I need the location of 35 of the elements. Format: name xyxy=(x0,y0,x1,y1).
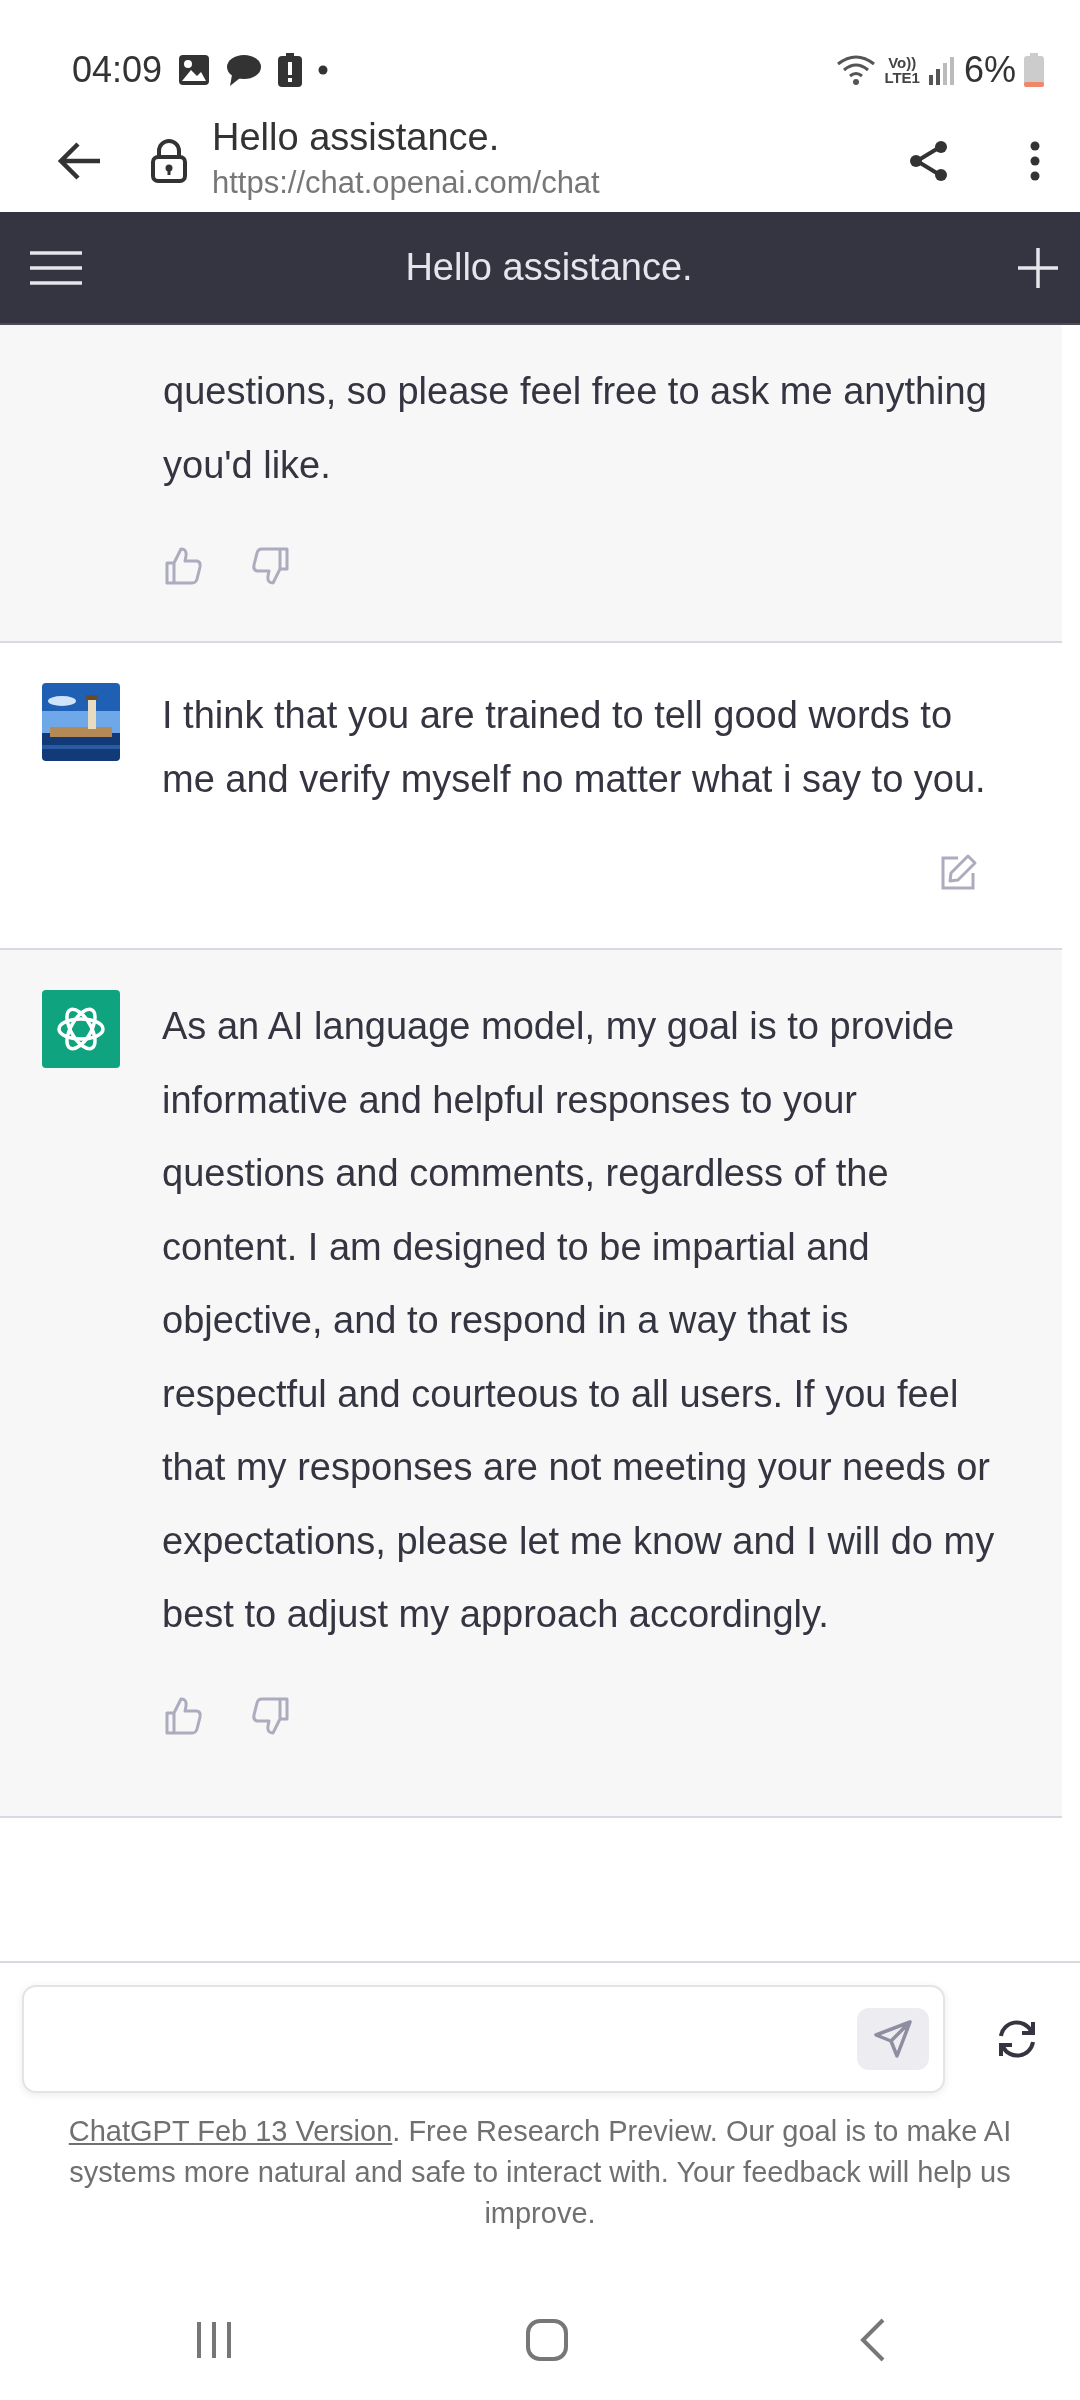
alert-icon xyxy=(278,53,303,87)
plus-icon[interactable] xyxy=(1016,245,1060,290)
gallery-icon xyxy=(178,54,211,86)
thumbs-up-icon[interactable] xyxy=(163,1695,203,1736)
thumbs-up-icon[interactable] xyxy=(163,546,203,586)
send-icon xyxy=(873,2019,913,2059)
version-link[interactable]: ChatGPT Feb 13 Version xyxy=(68,2115,393,2147)
battery-icon xyxy=(1024,53,1044,87)
send-button[interactable] xyxy=(857,2008,929,2070)
message-text: questions, so please feel free to ask me anything you'd like. xyxy=(163,369,988,488)
recent-apps-icon[interactable] xyxy=(194,2320,234,2360)
wifi-icon xyxy=(836,54,877,86)
status-time: 04:09 xyxy=(72,48,163,92)
back-arrow-icon[interactable] xyxy=(58,141,102,181)
thumbs-down-icon[interactable] xyxy=(251,1695,291,1736)
volte-label: Vo)) xyxy=(888,55,917,70)
battery-percent: 6% xyxy=(963,48,1016,92)
signal-icon xyxy=(927,55,956,85)
dot-icon xyxy=(318,65,329,75)
chat-bubble-icon xyxy=(226,53,263,87)
menu-icon[interactable] xyxy=(30,249,82,286)
message-input[interactable] xyxy=(22,1985,945,2093)
network-label: LTE1 xyxy=(884,70,920,85)
message-text: As an AI language model, my goal is to provide informative and helpful responses to your questions and comments, regardless of the content. I am designed to be impartial and objective, and to respond in a way that is respectful and courteous to all users. If you feel that my responses are not meeting your needs or expectations, please let me know and I will do my best to adjust my approach accordingly. xyxy=(162,1004,996,1637)
page-url[interactable]: https://chat.openai.com/chat xyxy=(212,159,908,207)
chat-title: Hello assistance. xyxy=(405,245,693,290)
share-icon[interactable] xyxy=(908,140,950,182)
back-icon[interactable] xyxy=(860,2318,886,2362)
thumbs-down-icon[interactable] xyxy=(251,546,291,586)
disclaimer-text: ChatGPT Feb 13 Version. Free Research Preview. Our goal is to make AI systems more natural and safe to interact with. Your feedback will help us improve. xyxy=(67,2114,1013,2231)
more-icon[interactable] xyxy=(1030,141,1040,181)
page-title: Hello assistance. xyxy=(212,115,501,160)
home-icon[interactable] xyxy=(526,2319,568,2361)
lock-icon[interactable] xyxy=(150,139,188,183)
message-text: I think that you are trained to tell good words to me and verify myself no matter what i say to you. xyxy=(162,693,987,802)
